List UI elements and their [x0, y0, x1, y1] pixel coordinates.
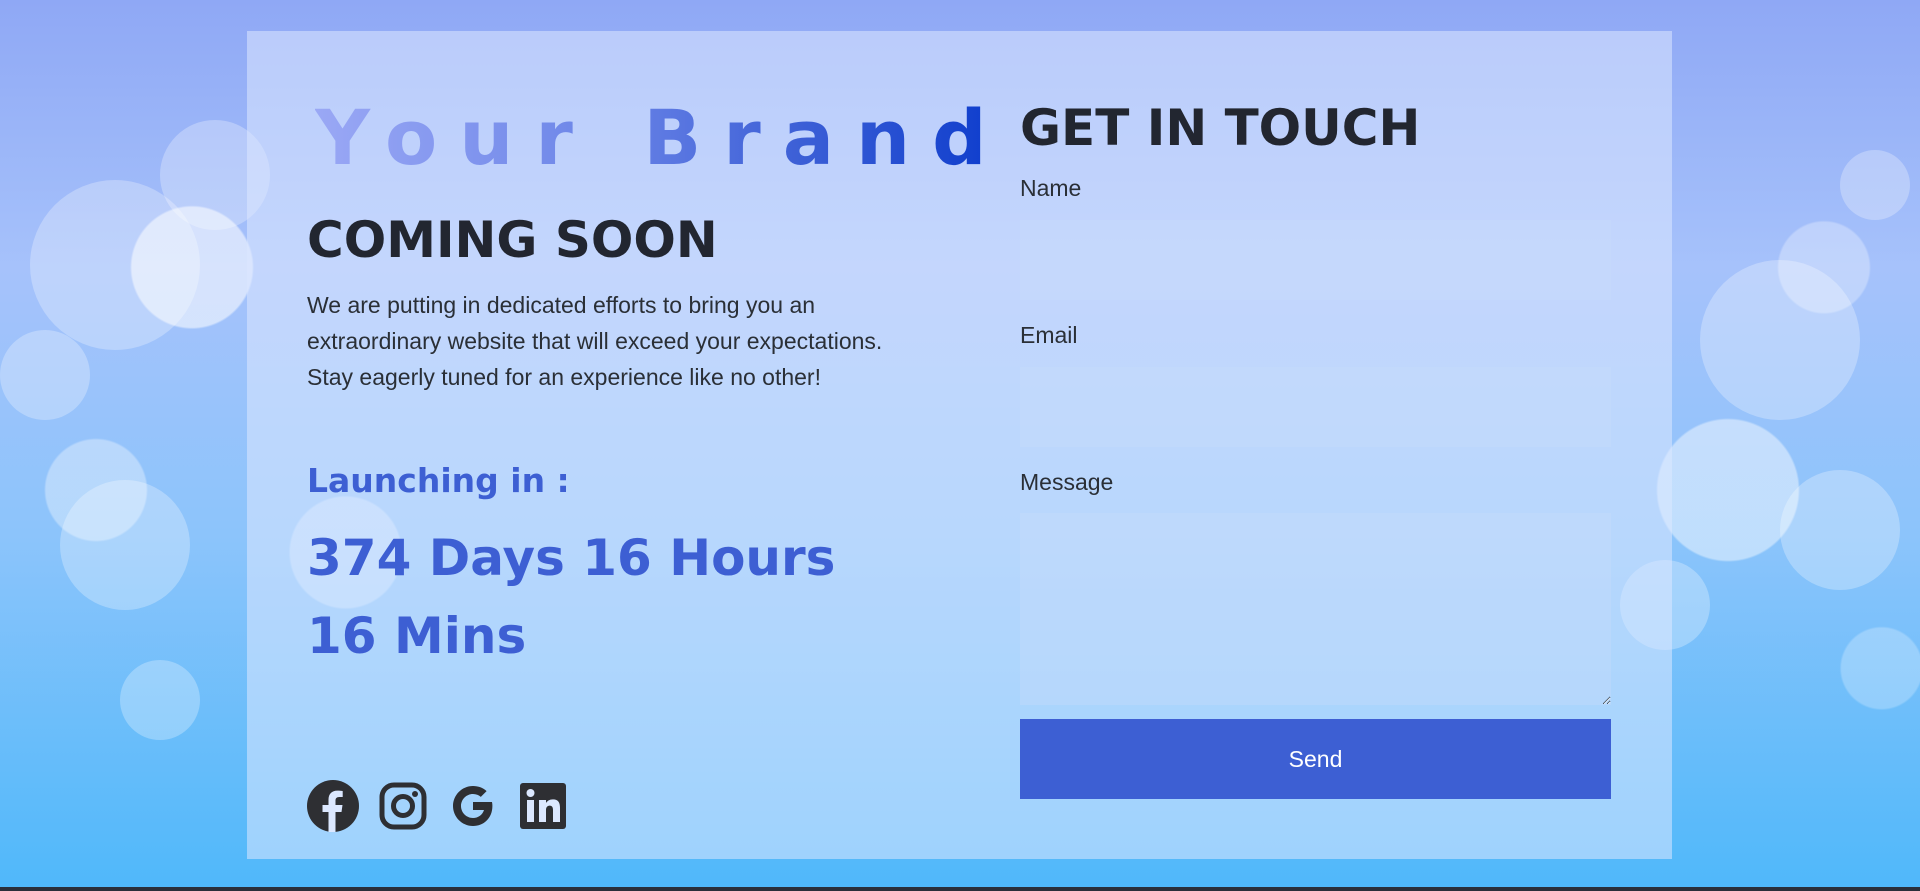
brand-logo: Your Brand	[315, 93, 1009, 182]
name-label: Name	[1020, 175, 1082, 201]
linkedin-icon	[520, 783, 566, 829]
intro-description: We are putting in dedicated efforts to b…	[307, 292, 883, 390]
linkedin-link[interactable]	[517, 780, 569, 832]
contact-title: GET IN TOUCH	[1020, 99, 1421, 157]
instagram-link[interactable]	[377, 780, 429, 832]
email-label: Email	[1020, 322, 1078, 348]
coming-soon-title: COMING SOON	[307, 211, 718, 269]
facebook-icon	[307, 780, 359, 832]
google-icon	[453, 786, 493, 826]
message-label: Message	[1020, 469, 1114, 495]
bottom-edge	[0, 887, 1920, 891]
main-card: Your Brand COMING SOON We are putting in…	[247, 31, 1672, 859]
social-links	[307, 780, 569, 832]
google-link[interactable]	[447, 780, 499, 832]
instagram-icon	[379, 782, 427, 830]
launch-label: Launching in :	[307, 461, 570, 500]
message-textarea[interactable]	[1020, 513, 1611, 705]
send-button[interactable]: Send	[1020, 719, 1611, 799]
countdown-timer: 374 Days 16 Hours 16 Mins	[307, 529, 836, 665]
email-input[interactable]	[1020, 367, 1611, 447]
name-input[interactable]	[1020, 220, 1611, 300]
facebook-link[interactable]	[307, 780, 359, 832]
